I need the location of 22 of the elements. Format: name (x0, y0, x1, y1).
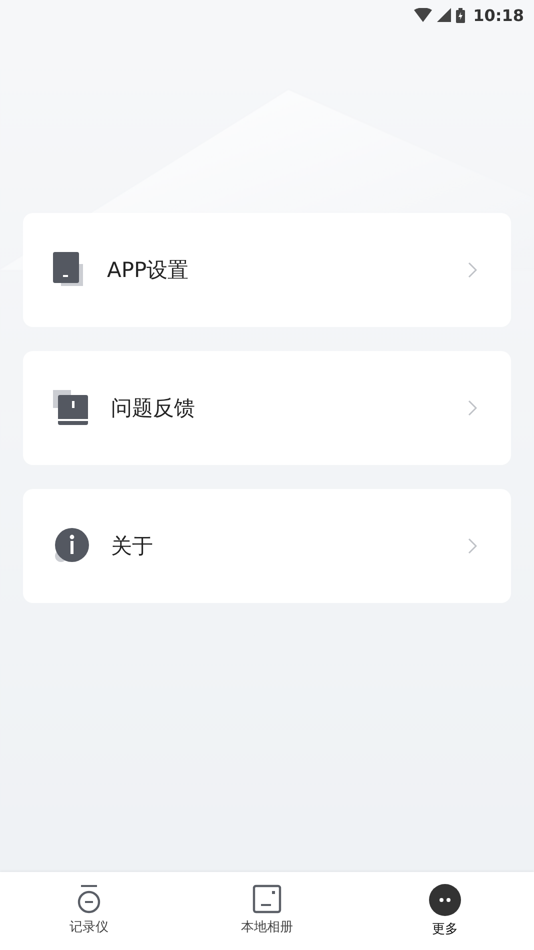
menu-label: 关于 (111, 533, 154, 560)
document-icon (53, 252, 85, 288)
info-icon (53, 528, 89, 564)
chevron-right-icon (468, 400, 477, 416)
menu-card[interactable]: 关于 (23, 489, 511, 603)
chevron-right-icon (468, 262, 477, 278)
wifi-icon (414, 8, 432, 22)
more-icon (429, 884, 461, 916)
menu-label: APP设置 (107, 257, 190, 284)
menu-card[interactable]: APP设置 (23, 213, 511, 327)
timer-icon (75, 884, 103, 914)
nav-tab[interactable]: 更多 (356, 872, 534, 950)
nav-tab[interactable]: 记录仪 (0, 872, 178, 950)
menu-card[interactable]: 问题反馈 (23, 351, 511, 465)
book-icon (53, 390, 89, 426)
photo-frame-icon (252, 884, 282, 914)
battery-icon (456, 8, 466, 22)
signal-icon (437, 8, 452, 22)
chevron-right-icon (468, 538, 477, 554)
menu-label: 问题反馈 (111, 395, 196, 422)
nav-tab[interactable]: 本地相册 (178, 872, 356, 950)
status-time: 10:18 (473, 6, 524, 24)
